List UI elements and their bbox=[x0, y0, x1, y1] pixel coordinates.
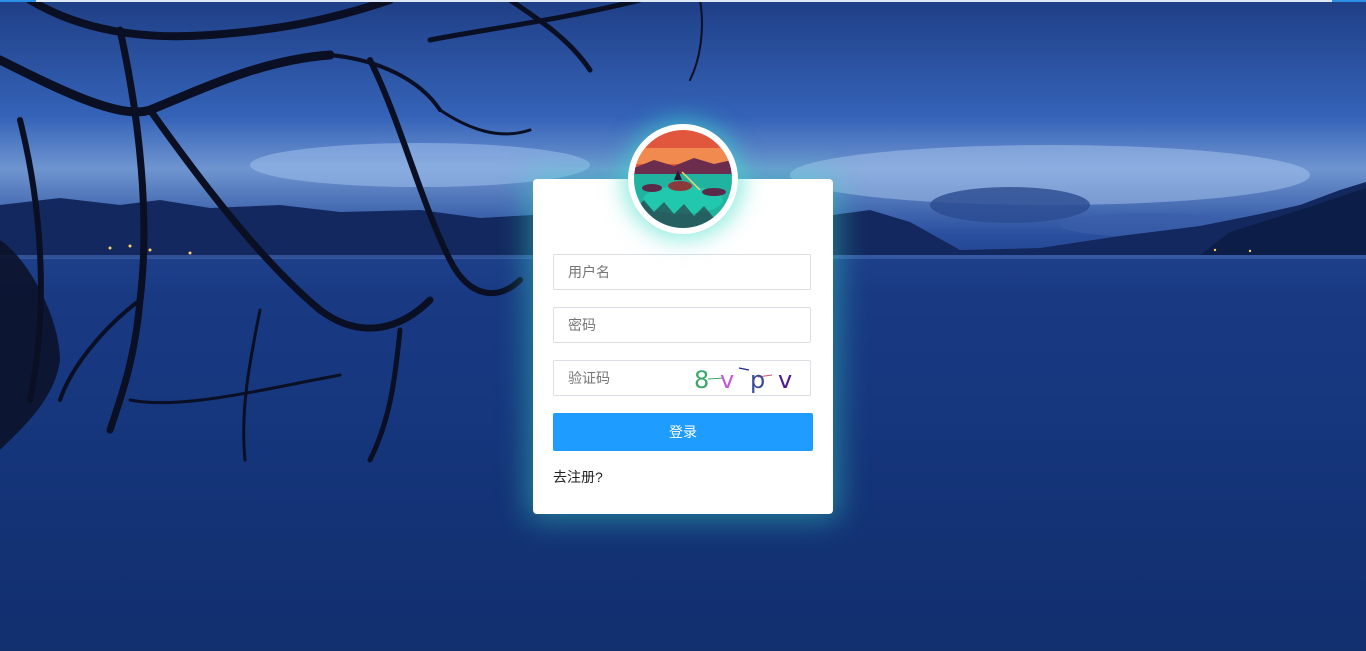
captcha-image[interactable]: 8 v p v bbox=[694, 363, 804, 393]
username-field[interactable] bbox=[553, 254, 811, 290]
register-link[interactable]: 去注册? bbox=[553, 467, 603, 487]
password-input[interactable] bbox=[554, 308, 810, 342]
password-field[interactable] bbox=[553, 307, 811, 343]
progress-track bbox=[36, 0, 1332, 2]
captcha-char-4: v bbox=[778, 366, 792, 393]
captcha-input[interactable] bbox=[554, 361, 694, 395]
captcha-char-3: p bbox=[750, 366, 765, 393]
loading-progress-bar bbox=[0, 0, 1366, 2]
avatar bbox=[634, 130, 732, 228]
captcha-char-2: v bbox=[720, 366, 734, 393]
avatar-ring bbox=[628, 124, 738, 234]
login-button[interactable]: 登录 bbox=[553, 413, 813, 451]
captcha-field[interactable]: 8 v p v bbox=[553, 360, 811, 396]
captcha-char-1: 8 bbox=[694, 366, 709, 393]
username-input[interactable] bbox=[554, 255, 810, 289]
